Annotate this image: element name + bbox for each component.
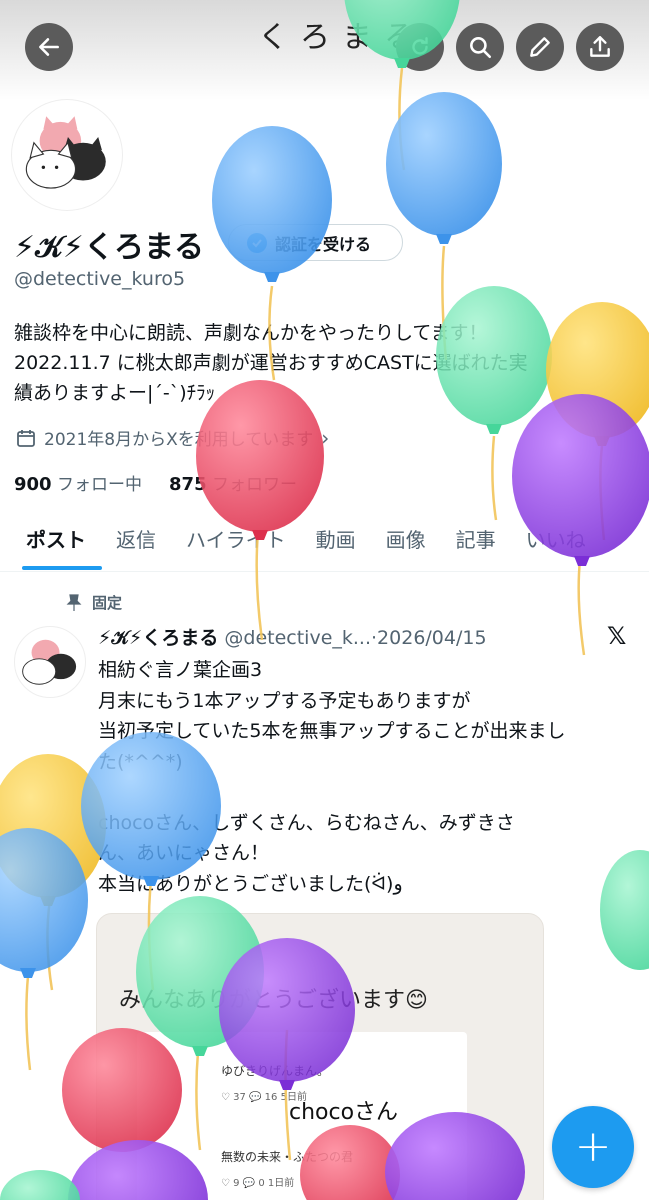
edit-icon: [530, 37, 550, 57]
post-header: ⚡𝒦⚡くろまる @detective_k...·2026/04/15: [98, 623, 487, 650]
followers-count: 875: [169, 474, 207, 495]
active-tab-indicator: [22, 566, 102, 570]
back-button[interactable]: [25, 23, 73, 71]
post-media[interactable]: みんなありがとうございます😊 ゆびきりげんまん。 ♡ 37 💬 16 5日前 無…: [96, 913, 544, 1200]
profile-handle: @detective_kuro5: [14, 268, 186, 290]
profile-avatar[interactable]: [12, 100, 122, 210]
search-icon: [470, 37, 492, 59]
compose-post-button[interactable]: +: [552, 1106, 634, 1188]
pinned-indicator: 固定: [66, 592, 122, 613]
following-count: 900: [14, 474, 52, 495]
search-button[interactable]: [456, 23, 504, 71]
joined-label: 2021年8月からXを利用しています: [44, 430, 314, 450]
media-item-title: ゆびきりげんまん。: [221, 1064, 330, 1078]
joined-date: 2021年8月からXを利用しています ›: [16, 425, 329, 450]
edit-button[interactable]: [516, 23, 564, 71]
post-avatar[interactable]: [14, 626, 86, 698]
profile-bio: 雑談枠を中心に朗読、声劇なんかをやったりしてます！ 2022.11.7 に桃太郎…: [14, 318, 634, 408]
tab-images[interactable]: 画像: [386, 512, 426, 571]
follow-stats: 900 フォロー中 875 フォロワー: [14, 470, 297, 495]
media-overlay-text: chocoさん: [289, 1100, 399, 1125]
tab-articles[interactable]: 記事: [456, 512, 496, 571]
followers-label: フォロワー: [212, 475, 297, 495]
plus-icon: +: [574, 1121, 612, 1172]
back-arrow-icon: [39, 38, 59, 56]
refresh-button[interactable]: [396, 23, 444, 71]
chevron-right-icon: ›: [321, 425, 330, 450]
refresh-icon: [412, 37, 428, 55]
post-meta: @detective_k...·2026/04/15: [224, 627, 487, 649]
tab-videos[interactable]: 動画: [316, 512, 356, 571]
post-author[interactable]: ⚡𝒦⚡くろまる: [98, 627, 218, 649]
profile-tabs: ポスト 返信 ハイライト 動画 画像 記事 いいね: [0, 512, 649, 572]
following-link[interactable]: 900 フォロー中: [14, 474, 142, 495]
bio-line: 雑談枠を中心に朗読、声劇なんかをやったりしてます！: [14, 322, 488, 344]
bio-line: 2022.11.7 に桃太郎声劇が運営おすすめCASTに選ばれた実: [14, 352, 528, 374]
tab-likes[interactable]: いいね: [526, 512, 586, 571]
share-button[interactable]: [576, 23, 624, 71]
tab-replies[interactable]: 返信: [116, 512, 156, 571]
bio-line: 績ありますよー|´-`)ﾁﾗｯ: [14, 382, 216, 404]
share-icon: [590, 36, 610, 57]
media-item-title: 無数の未来・ふたつの君: [221, 1150, 354, 1164]
verified-badge-icon: [247, 232, 267, 253]
media-item-stats: ♡ 9 💬 0 1日前: [221, 1178, 295, 1189]
following-label: フォロー中: [56, 475, 142, 495]
display-name: ⚡𝒦⚡くろまる: [14, 230, 204, 265]
get-verified-label: 認証を受ける: [275, 234, 372, 254]
x-logo-icon: 𝕏: [607, 622, 627, 650]
pinned-label: 固定: [92, 594, 123, 612]
calendar-icon: [17, 429, 35, 447]
tab-highlights[interactable]: ハイライト: [186, 512, 286, 571]
tab-posts[interactable]: ポスト: [26, 512, 86, 571]
get-verified-button[interactable]: 認証を受ける: [228, 224, 403, 261]
pin-icon: [66, 593, 82, 611]
media-caption: みんなありがとうございます😊: [119, 988, 428, 1013]
followers-link[interactable]: 875 フォロワー: [169, 474, 297, 495]
post-text: 相紡ぐ言ノ葉企画3 月末にもう1本アップする予定もありますが 当初予定していた5…: [98, 659, 566, 895]
